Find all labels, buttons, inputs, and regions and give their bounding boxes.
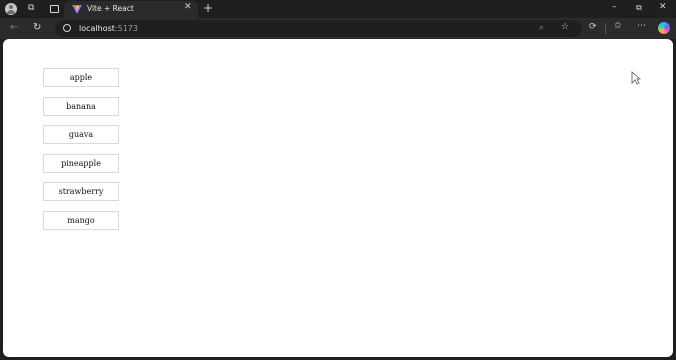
list-item[interactable]: mango bbox=[43, 211, 119, 230]
zoom-icon[interactable]: ⌕ bbox=[539, 24, 544, 33]
list-item[interactable]: pineapple bbox=[43, 153, 119, 173]
profile-icon[interactable] bbox=[5, 3, 17, 15]
url-text[interactable]: localhost:5173 bbox=[79, 24, 138, 33]
minimize-icon[interactable]: – bbox=[612, 3, 617, 12]
more-icon[interactable]: ⋯ bbox=[637, 22, 646, 31]
toolbar-divider bbox=[605, 23, 606, 34]
copilot-icon[interactable] bbox=[658, 22, 670, 34]
mouse-cursor-icon bbox=[631, 71, 641, 85]
workspaces-icon[interactable]: ⧉ bbox=[28, 4, 34, 13]
tab-vite-react[interactable]: Vite + React ✕ bbox=[64, 1, 198, 18]
vite-logo-icon bbox=[72, 5, 82, 14]
list-item[interactable]: banana bbox=[43, 96, 119, 116]
favorites-icon[interactable]: ✩ bbox=[614, 22, 622, 31]
new-tab-icon[interactable]: + bbox=[203, 2, 213, 14]
page-content: apple banana guava pineapple strawberry mango bbox=[3, 39, 673, 357]
back-icon[interactable]: ← bbox=[10, 23, 18, 33]
tab-close-icon[interactable]: ✕ bbox=[184, 2, 192, 12]
extensions-icon[interactable]: ⟳ bbox=[589, 23, 597, 32]
list-item[interactable]: guava bbox=[43, 125, 119, 145]
url-port: :5173 bbox=[114, 24, 138, 33]
list-item[interactable]: apple bbox=[43, 68, 119, 87]
refresh-icon[interactable]: ↻ bbox=[33, 23, 41, 33]
site-info-icon[interactable] bbox=[63, 24, 71, 32]
tab-strip: ⧉ Vite + React ✕ + – ⧉ ✕ bbox=[0, 0, 676, 18]
favorite-icon[interactable]: ☆ bbox=[561, 23, 569, 32]
toolbar: ← ↻ localhost:5173 ⌕ ☆ ⟳ ✩ ⋯ bbox=[0, 18, 676, 39]
list-item[interactable]: strawberry bbox=[43, 182, 119, 202]
restore-icon[interactable]: ⧉ bbox=[636, 4, 642, 12]
tab-title: Vite + React bbox=[87, 4, 134, 13]
tab-actions-icon[interactable] bbox=[50, 5, 59, 13]
window-close-icon[interactable]: ✕ bbox=[659, 3, 667, 12]
address-bar[interactable]: localhost:5173 ⌕ ☆ bbox=[55, 20, 582, 37]
url-host: localhost bbox=[79, 24, 115, 33]
